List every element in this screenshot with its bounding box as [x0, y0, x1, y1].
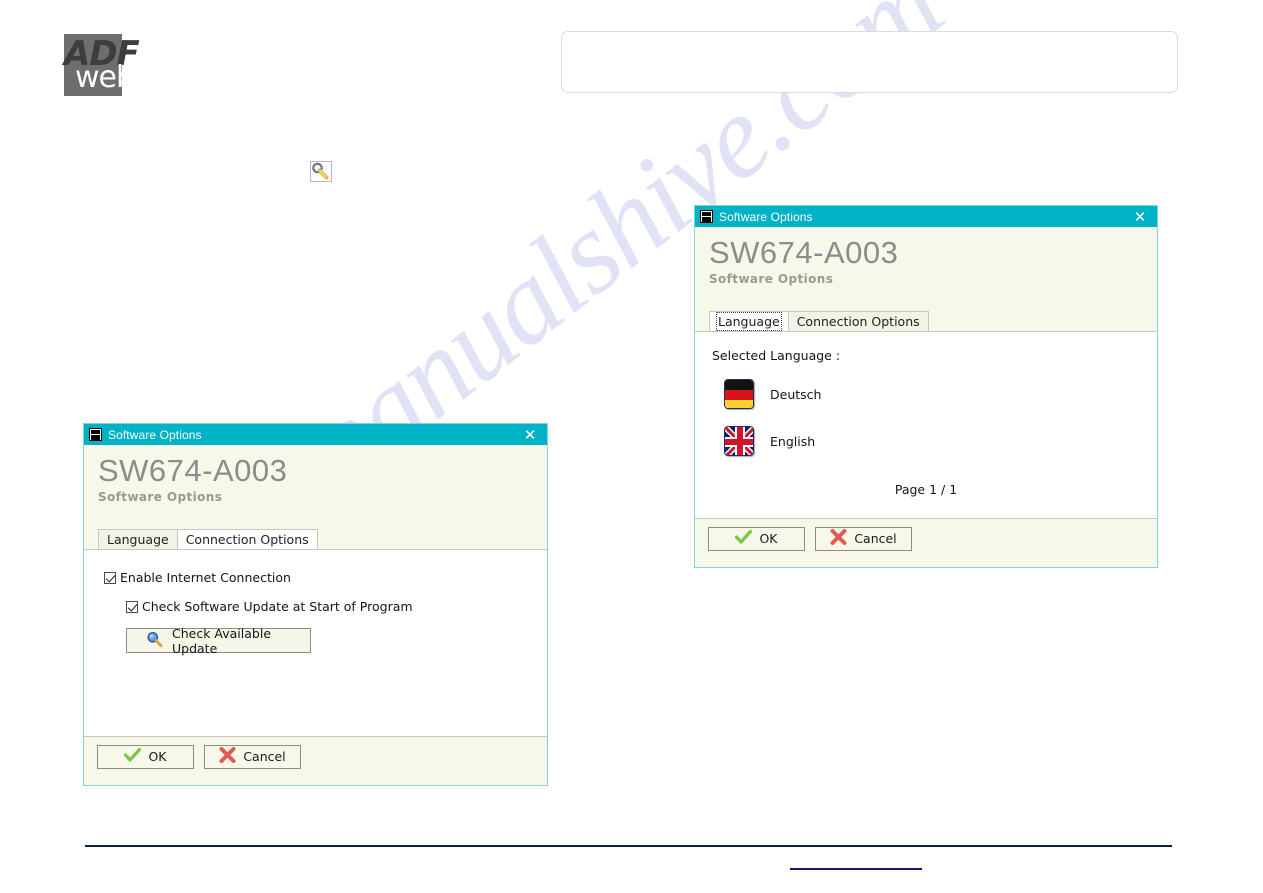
- check-available-update-label: Check Available Update: [172, 625, 272, 656]
- enable-internet-connection-label: Enable Internet Connection: [120, 570, 291, 585]
- wrench-icon[interactable]: [310, 161, 332, 182]
- cancel-button-label: Cancel: [854, 531, 897, 546]
- tabstrip: Language Connection Options: [695, 311, 1157, 331]
- tab-connection-options[interactable]: Connection Options: [176, 529, 318, 549]
- tab-language-label: Language: [107, 532, 169, 547]
- page-indicator: Page 1 / 1: [894, 482, 958, 497]
- tab-connection-options-label: Connection Options: [796, 314, 920, 329]
- list-item[interactable]: Deutsch: [724, 379, 1157, 409]
- dialog-footer: OK Cancel: [695, 518, 1157, 558]
- ok-button[interactable]: OK: [97, 744, 194, 769]
- dialog-title: Software Options: [719, 209, 813, 224]
- language-name-english: English: [770, 433, 816, 449]
- language-name-deutsch: Deutsch: [770, 386, 822, 402]
- check-icon: [735, 529, 753, 548]
- ok-button-label: OK: [148, 749, 167, 764]
- ok-button[interactable]: OK: [708, 526, 805, 551]
- check-update-at-start-checkbox[interactable]: [126, 600, 138, 613]
- close-icon[interactable]: ✕: [1129, 206, 1151, 227]
- check-update-at-start-label: Check Software Update at Start of Progra…: [142, 599, 413, 614]
- enable-internet-connection-row[interactable]: Enable Internet Connection: [104, 570, 547, 585]
- tab-language[interactable]: Language: [98, 529, 178, 549]
- software-options-dialog-language: Software Options ✕ SW674-A003 Software O…: [694, 205, 1158, 568]
- tabstrip: Language Connection Options: [84, 529, 547, 549]
- magnifier-icon: [146, 631, 163, 651]
- flag-germany-icon[interactable]: [724, 379, 754, 409]
- cross-icon: [219, 747, 236, 766]
- page-title: SW674-A003: [709, 235, 899, 270]
- ok-button-label: OK: [759, 531, 778, 546]
- dialog-titlebar: Software Options ✕: [84, 424, 547, 445]
- check-update-at-start-row[interactable]: Check Software Update at Start of Progra…: [126, 599, 547, 614]
- check-available-update-button[interactable]: Check Available Update: [126, 625, 311, 656]
- dialog-titlebar: Software Options ✕: [695, 206, 1157, 227]
- flag-united-kingdom-icon[interactable]: [724, 426, 754, 456]
- cancel-button[interactable]: Cancel: [815, 526, 912, 551]
- language-panel: Selected Language : Deutsch English Page…: [695, 331, 1157, 518]
- tab-connection-options-label: Connection Options: [185, 532, 309, 547]
- logo-web-text: web: [75, 60, 135, 95]
- tab-language-label: Language: [716, 312, 782, 331]
- software-options-dialog-connection: Software Options ✕ SW674-A003 Software O…: [83, 423, 548, 786]
- footer-link-underline: [790, 868, 922, 870]
- dialog-footer: OK Cancel: [84, 736, 547, 776]
- check-icon: [124, 747, 142, 766]
- adfweb-app-icon: [89, 428, 102, 441]
- document-header-box: [561, 31, 1178, 93]
- footer-divider: [85, 845, 1172, 847]
- tab-connection-options[interactable]: Connection Options: [787, 311, 929, 331]
- adfweb-app-icon: [700, 210, 713, 223]
- dialog-header: SW674-A003 Software Options: [695, 227, 1157, 300]
- list-item[interactable]: English: [724, 426, 1157, 456]
- connection-options-panel: Enable Internet Connection Check Softwar…: [84, 549, 547, 736]
- cross-icon: [830, 529, 847, 548]
- enable-internet-connection-checkbox[interactable]: [104, 571, 116, 584]
- dialog-header: SW674-A003 Software Options: [84, 445, 547, 518]
- tab-language[interactable]: Language: [709, 311, 789, 331]
- selected-language-label: Selected Language :: [712, 348, 841, 363]
- page-title: SW674-A003: [98, 453, 288, 488]
- close-icon[interactable]: ✕: [519, 424, 541, 445]
- adfweb-logo: ADF web: [64, 34, 140, 96]
- cancel-button[interactable]: Cancel: [204, 744, 301, 769]
- page-subtitle: Software Options: [709, 271, 834, 286]
- cancel-button-label: Cancel: [243, 749, 286, 764]
- dialog-title: Software Options: [108, 427, 202, 442]
- page-subtitle: Software Options: [98, 489, 223, 504]
